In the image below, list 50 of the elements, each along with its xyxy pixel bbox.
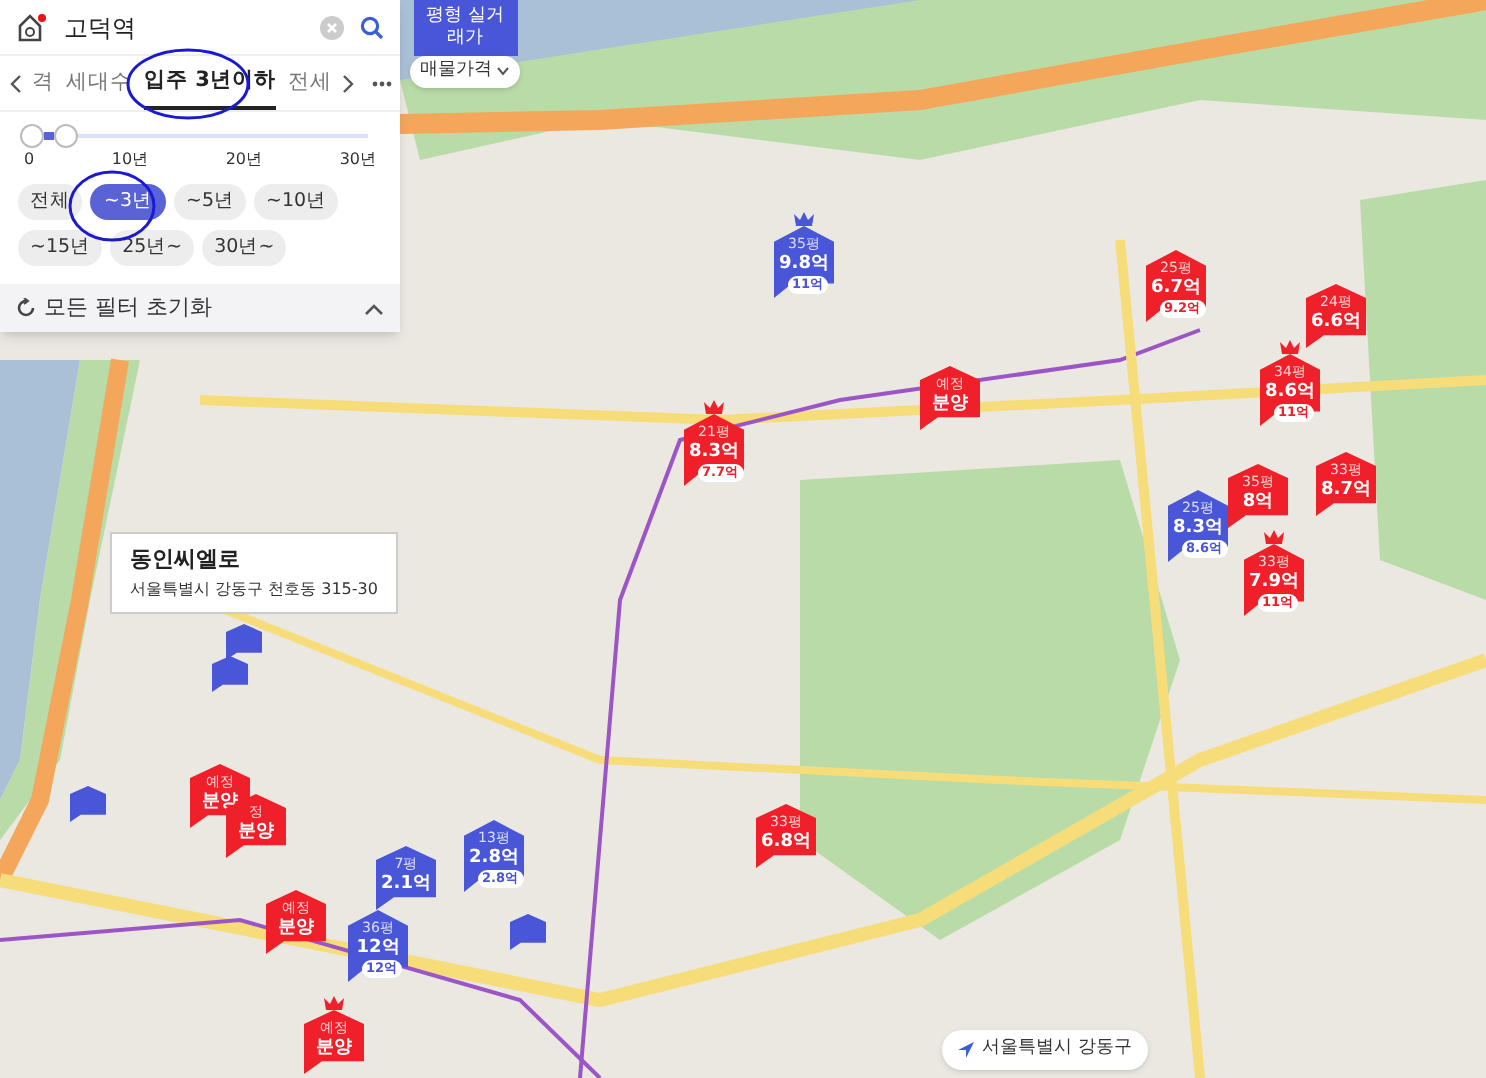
search-icon[interactable] bbox=[360, 15, 384, 39]
marker-price: 6.8억 bbox=[761, 830, 811, 854]
location-button[interactable]: 서울특별시 강동구 bbox=[942, 1030, 1148, 1069]
filter-chip[interactable]: 전체 bbox=[18, 184, 82, 220]
chevron-down-icon bbox=[496, 66, 510, 77]
chevron-right-icon[interactable] bbox=[340, 73, 356, 93]
map-marker-icon[interactable] bbox=[226, 624, 262, 660]
slider-tick-label: 20년 bbox=[225, 150, 263, 170]
location-arrow-icon bbox=[958, 1041, 974, 1058]
marker-price: 7.9억 bbox=[1249, 570, 1299, 594]
slider-tick-label: 30년 bbox=[339, 150, 376, 170]
marker-price: 8.6억 bbox=[1265, 380, 1315, 404]
marker-price: 2.8억 bbox=[469, 846, 519, 870]
slider-tick-label: 10년 bbox=[111, 150, 149, 170]
marker-price: 9.8억 bbox=[779, 252, 829, 276]
more-icon[interactable] bbox=[372, 79, 392, 87]
price-dropdown[interactable]: 매물가격 bbox=[410, 56, 520, 87]
map-marker-icon[interactable] bbox=[212, 656, 248, 692]
filter-tab[interactable]: 격 bbox=[32, 56, 54, 110]
marker-price: 6.6억 bbox=[1311, 310, 1361, 334]
marker-price: 분양 bbox=[278, 916, 314, 940]
slider-tick-label: 0 bbox=[24, 150, 35, 170]
marker-price: 12억 bbox=[356, 936, 400, 960]
place-name: 동인씨엘로 bbox=[130, 544, 242, 576]
marker-price: 2.1억 bbox=[381, 872, 431, 896]
marker-price: 8억 bbox=[1242, 490, 1274, 514]
map-marker-icon[interactable] bbox=[510, 914, 546, 950]
slider-thumb[interactable] bbox=[20, 124, 44, 148]
filter-chip[interactable]: ~5년 bbox=[174, 184, 247, 220]
home-icon[interactable] bbox=[16, 13, 48, 41]
search-field[interactable]: 고덕역 bbox=[64, 9, 304, 45]
marker-price: 8.3억 bbox=[1173, 516, 1223, 540]
filter-chip[interactable]: ~3년 bbox=[90, 184, 167, 220]
chevron-up-icon[interactable] bbox=[364, 301, 384, 315]
marker-price: 분양 bbox=[932, 392, 968, 416]
marker-price: 8.7억 bbox=[1321, 478, 1371, 502]
marker-price: 분양 bbox=[316, 1036, 352, 1060]
filter-chip[interactable]: ~10년 bbox=[254, 184, 339, 220]
price-type-button[interactable]: 평형 실거래가 bbox=[413, 0, 517, 56]
filter-tab[interactable]: 전세 bbox=[287, 56, 332, 110]
marker-price: 8.3억 bbox=[689, 440, 739, 464]
filter-chip[interactable]: ~15년 bbox=[18, 230, 103, 266]
filter-chip[interactable]: 30년~ bbox=[202, 230, 287, 266]
filter-chip[interactable]: 25년~ bbox=[110, 230, 195, 266]
slider-thumb[interactable] bbox=[53, 124, 78, 148]
map-marker-icon[interactable] bbox=[70, 786, 106, 822]
place-address: 서울특별시 강동구 천호동 315-30 bbox=[130, 577, 378, 601]
reset-icon[interactable] bbox=[16, 298, 36, 318]
chevron-left-icon[interactable] bbox=[8, 73, 24, 93]
marker-price: 6.7억 bbox=[1151, 276, 1201, 300]
